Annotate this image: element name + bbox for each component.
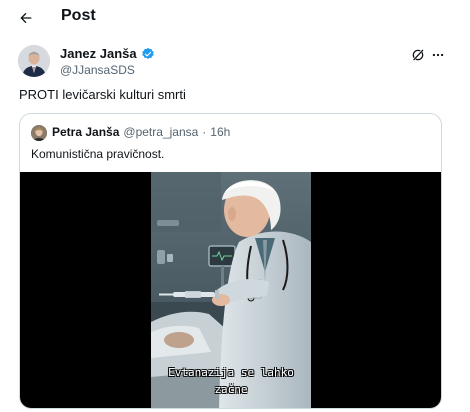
post-text: PROTI levičarski kulturi smrti: [19, 87, 186, 102]
quoted-post-header: Petra Janša @petra_jansa · 16h: [52, 125, 230, 139]
quoted-post-card[interactable]: Petra Janša @petra_jansa · 16h Komunisti…: [19, 113, 442, 409]
grok-button[interactable]: [407, 44, 429, 66]
separator-dot: ·: [202, 125, 207, 139]
video-caption-line-1: Evtanazija se lahko: [168, 366, 294, 379]
back-button[interactable]: [12, 4, 40, 32]
quoted-author-handle[interactable]: @petra_jansa: [123, 125, 198, 139]
author-name-text: Janez Janša: [60, 46, 137, 61]
top-bar: Post: [0, 0, 470, 34]
video-caption-line-2: začne: [214, 383, 248, 396]
quoted-author-name[interactable]: Petra Janša: [52, 125, 119, 139]
author-name[interactable]: Janez Janša: [60, 46, 155, 61]
author-avatar[interactable]: [18, 45, 50, 77]
video-player[interactable]: Evtanazija se lahko začne: [20, 172, 441, 408]
more-options-button[interactable]: [427, 44, 449, 66]
page-title: Post: [61, 7, 96, 24]
quoted-post-time[interactable]: 16h: [210, 125, 230, 139]
quoted-author-avatar[interactable]: [31, 125, 47, 141]
video-frame: Evtanazija se lahko začne: [151, 172, 311, 408]
verified-badge-icon: [141, 47, 154, 59]
arrow-left-icon: [20, 12, 32, 24]
post-author-row: Janez Janša @JJansaSDS: [0, 40, 470, 84]
more-horizontal-icon: [432, 53, 444, 57]
grok-icon: [412, 48, 424, 62]
author-handle[interactable]: @JJansaSDS: [60, 63, 135, 77]
quoted-post-text: Komunistična pravičnost.: [31, 147, 165, 161]
